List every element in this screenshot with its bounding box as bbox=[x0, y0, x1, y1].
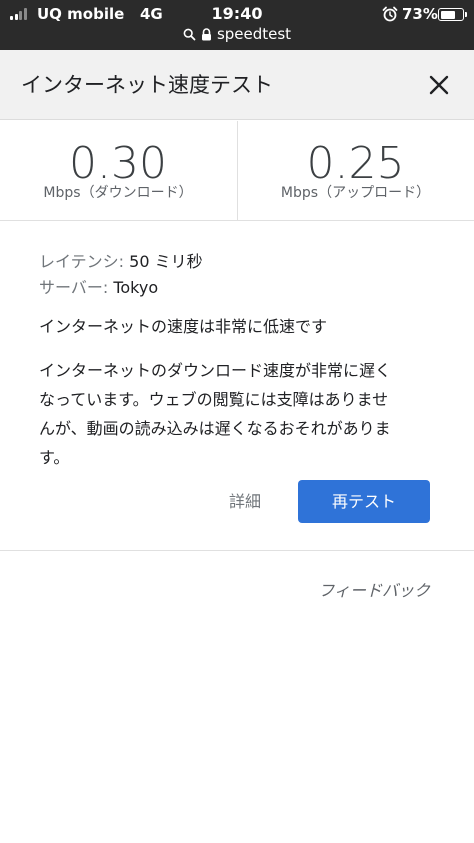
url-text: speedtest bbox=[216, 25, 292, 43]
latency-value: 50 ミリ秒 bbox=[129, 252, 203, 271]
speed-description: インターネットのダウンロード速度が非常に遅く なっています。ウェブの閲覧には支障… bbox=[39, 361, 392, 467]
status-bar: UQ mobile 4G 19:40 73% speedtest bbox=[0, 0, 474, 50]
feedback-link[interactable]: フィードバック bbox=[318, 577, 430, 601]
speed-results: 0.30 Mbps（ダウンロード） 0.25 Mbps（アップロード） bbox=[0, 121, 474, 221]
alarm-icon bbox=[382, 6, 398, 22]
server-value: Tokyo bbox=[113, 278, 159, 297]
speed-headline: インターネットの速度は非常に低速です bbox=[39, 317, 328, 336]
retest-button[interactable]: 再テスト bbox=[298, 480, 430, 523]
divider bbox=[0, 550, 474, 551]
page-title: インターネット速度テスト bbox=[21, 73, 273, 97]
server-label: サーバー: bbox=[39, 278, 109, 297]
download-speed-unit: Mbps（ダウンロード） bbox=[43, 185, 193, 201]
latency-row: レイテンシ: 50 ミリ秒 bbox=[39, 248, 203, 272]
dialog-header: インターネット速度テスト bbox=[0, 50, 474, 120]
close-icon[interactable] bbox=[424, 70, 454, 100]
battery-percent: 73% bbox=[402, 5, 438, 23]
download-result: 0.30 Mbps（ダウンロード） bbox=[0, 121, 236, 221]
server-row: サーバー: Tokyo bbox=[39, 274, 158, 298]
battery-icon bbox=[438, 8, 467, 21]
upload-result: 0.25 Mbps（アップロード） bbox=[237, 121, 473, 221]
upload-speed-unit: Mbps（アップロード） bbox=[280, 185, 431, 201]
address-bar[interactable]: speedtest bbox=[0, 25, 474, 47]
latency-label: レイテンシ: bbox=[39, 252, 125, 271]
search-icon bbox=[183, 28, 196, 40]
details-button[interactable]: 詳細 bbox=[229, 488, 261, 512]
lock-icon bbox=[201, 27, 211, 40]
